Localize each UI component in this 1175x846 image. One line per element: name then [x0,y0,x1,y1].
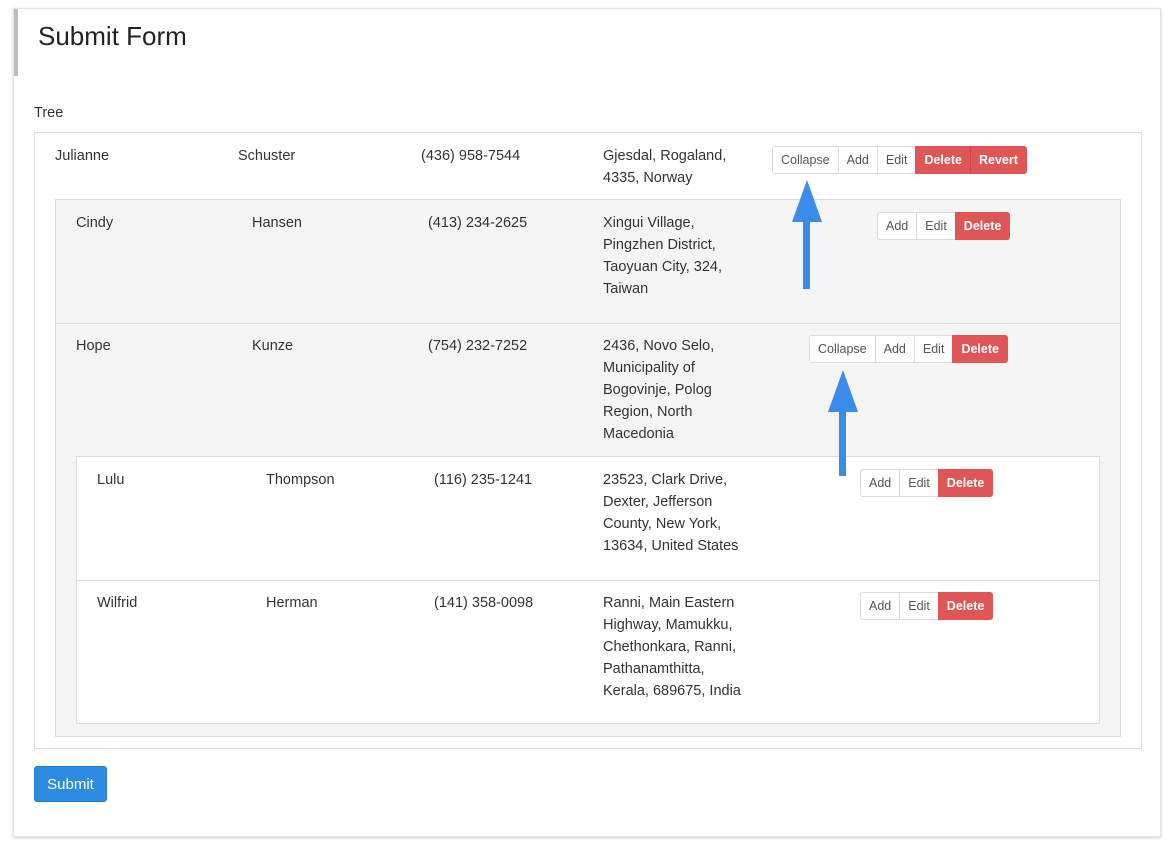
address: 2436, Novo Selo, Municipality of Bogovin… [603,338,715,442]
phone: (754) 232-7252 [428,338,528,354]
last-name: Thompson [266,472,335,488]
address: Ranni, Main Eastern Highway, Mamukku, Ch… [603,595,741,699]
last-name: Kunze [252,338,294,354]
tree-node-julianne: Julianne Schuster (436) 958-7544 Gjesdal… [35,133,1141,199]
collapse-button[interactable]: Collapse [772,146,839,174]
add-button[interactable]: Add [860,592,901,620]
submit-button[interactable]: Submit [34,766,107,802]
add-button[interactable]: Add [860,469,901,497]
add-button[interactable]: Add [837,146,878,174]
first-name: Wilfrid [97,595,138,611]
node-actions: Add Edit Delete [877,212,1011,240]
delete-button[interactable]: Delete [954,212,1011,240]
row-divider [77,580,1099,581]
form-card: Submit Form Tree Julianne Schuster (436)… [13,8,1161,837]
edit-button[interactable]: Edit [899,592,939,620]
edit-button[interactable]: Edit [899,469,939,497]
phone: (413) 234-2625 [428,215,528,231]
phone: (141) 358-0098 [434,595,534,611]
edit-button[interactable]: Edit [916,212,956,240]
address: Gjesdal, Rogaland, 4335, Norway [603,148,727,186]
address: 23523, Clark Drive, Dexter, Jefferson Co… [603,472,739,554]
node-actions: Add Edit Delete [860,592,994,620]
children-of-hope: Lulu Thompson (116) 235-1241 23523, Clar… [76,456,1100,724]
node-actions: Collapse Add Edit Delete Revert [772,146,1027,174]
add-button[interactable]: Add [877,212,918,240]
tree-node-cindy: Cindy Hansen (413) 234-2625 Xingui Villa… [56,200,1120,323]
first-name: Lulu [97,472,125,488]
node-actions: Collapse Add Edit Delete [809,335,1008,363]
phone: (116) 235-1241 [434,472,533,488]
children-of-julianne: Cindy Hansen (413) 234-2625 Xingui Villa… [55,199,1121,737]
first-name: Hope [76,338,111,354]
tree-root: Julianne Schuster (436) 958-7544 Gjesdal… [34,132,1142,749]
row-divider [56,323,1120,324]
tree-label: Tree [34,105,64,121]
edit-button[interactable]: Edit [876,146,917,174]
tree-node-wilfrid: Wilfrid Herman (141) 358-0098 Ranni, Mai… [77,580,1099,725]
delete-button[interactable]: Delete [915,146,971,174]
add-button[interactable]: Add [874,335,915,363]
last-name: Herman [266,595,318,611]
tree-node-hope: Hope Kunze (754) 232-7252 2436, Novo Sel… [56,323,1120,456]
last-name: Schuster [238,148,296,164]
delete-button[interactable]: Delete [952,335,1008,363]
first-name: Julianne [55,148,110,164]
page-title: Submit Form [38,21,187,51]
tree-node-lulu: Lulu Thompson (116) 235-1241 23523, Clar… [77,457,1099,580]
address: Xingui Village, Pingzhen District, Taoyu… [603,215,723,297]
revert-button[interactable]: Revert [969,146,1027,174]
edit-button[interactable]: Edit [913,335,954,363]
arrow-up-icon [792,180,822,289]
arrow-up-icon [828,370,858,476]
phone: (436) 958-7544 [421,148,521,164]
card-header: Submit Form [14,9,1160,76]
first-name: Cindy [76,215,114,231]
collapse-button[interactable]: Collapse [809,335,876,363]
delete-button[interactable]: Delete [937,592,994,620]
node-actions: Add Edit Delete [860,469,994,497]
delete-button[interactable]: Delete [937,469,994,497]
last-name: Hansen [252,215,302,231]
